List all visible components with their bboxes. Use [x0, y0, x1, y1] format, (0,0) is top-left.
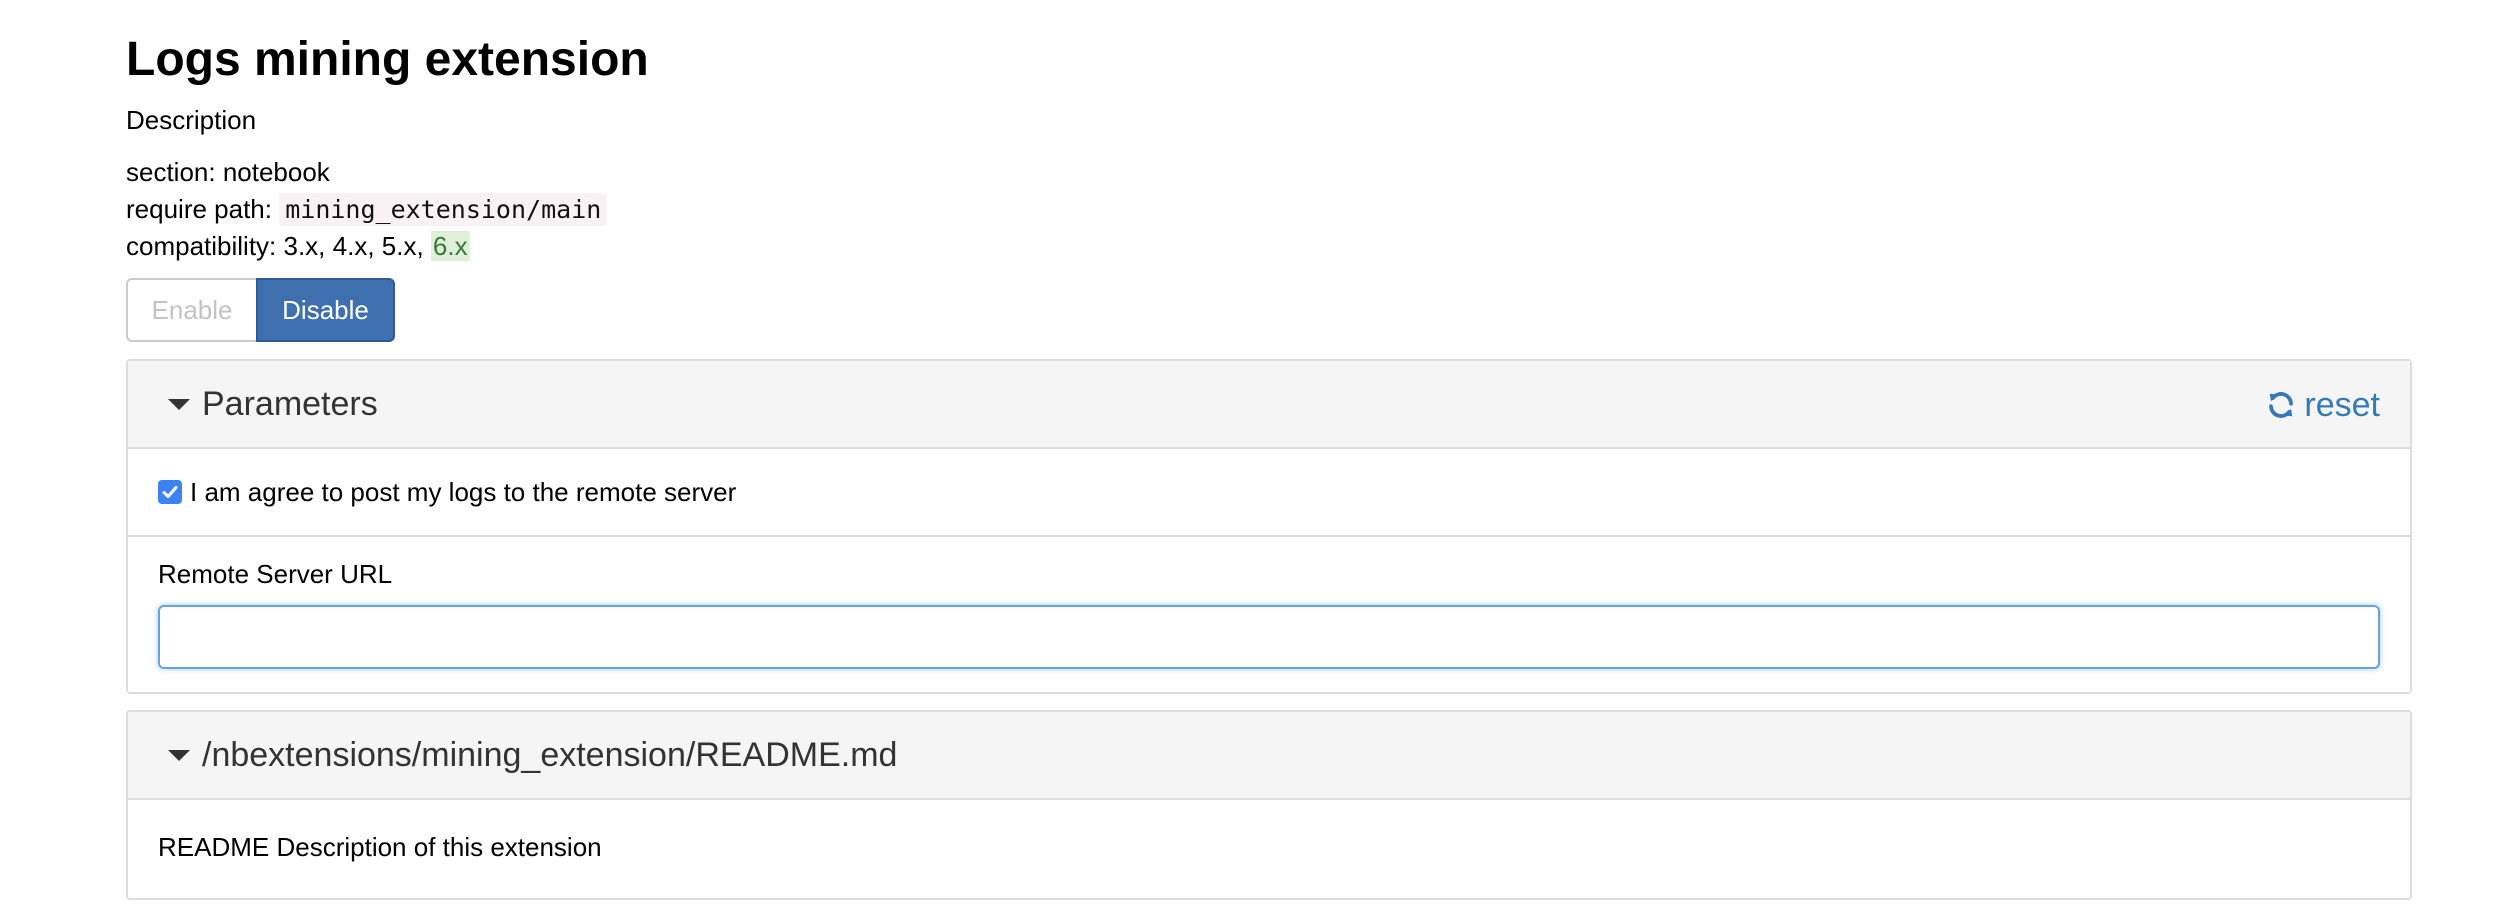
extension-metadata: section: notebook require path: mining_e… [126, 154, 608, 265]
require-path-line: require path: mining_extension/main [126, 191, 608, 228]
parameters-heading: Parameters [202, 384, 378, 423]
compatibility-current-version: 6.x [430, 231, 470, 261]
section-label: section: [126, 157, 223, 187]
agree-checkbox-label[interactable]: I am agree to post my logs to the remote… [190, 477, 736, 508]
require-path-label: require path: [126, 194, 280, 224]
caret-down-icon[interactable] [168, 398, 190, 410]
disable-button[interactable]: Disable [256, 278, 395, 342]
description-label: Description [126, 105, 257, 135]
section-line: section: notebook [126, 154, 607, 191]
reset-button[interactable]: reset [2266, 361, 2380, 449]
require-path-value: mining_extension/main [279, 193, 608, 226]
agree-checkbox[interactable] [158, 480, 182, 504]
compatibility-versions: 3.x, 4.x, 5.x, [283, 231, 431, 261]
parameters-panel-heading[interactable]: Parameters reset [128, 361, 2410, 449]
checkmark-icon [162, 486, 178, 498]
reset-label: reset [2304, 385, 2380, 424]
readme-heading: /nbextensions/mining_extension/README.md [202, 735, 898, 774]
enable-button[interactable]: Enable [126, 278, 256, 342]
readme-panel-heading[interactable]: /nbextensions/mining_extension/README.md [128, 712, 2410, 800]
agree-checkbox-row: I am agree to post my logs to the remote… [128, 449, 2410, 537]
compatibility-line: compatibility: 3.x, 4.x, 5.x, 6.x [126, 228, 607, 265]
refresh-icon [2269, 392, 2294, 418]
extension-title: Logs mining extension [126, 33, 649, 86]
compatibility-label: compatibility: [126, 231, 284, 261]
remote-url-row: Remote Server URL [128, 537, 2410, 669]
remote-url-input[interactable] [158, 605, 2380, 669]
section-value: notebook [222, 157, 330, 187]
parameters-panel: Parameters reset I am agree to post my l… [126, 359, 2412, 694]
enable-disable-toggle: Enable Disable [126, 278, 395, 342]
readme-panel: /nbextensions/mining_extension/README.md… [126, 710, 2412, 900]
readme-body: README Description of this extension [158, 832, 602, 862]
extension-config-page: Logs mining extension Description sectio… [0, 0, 2514, 916]
remote-url-label: Remote Server URL [158, 559, 393, 589]
caret-down-icon[interactable] [168, 749, 190, 761]
